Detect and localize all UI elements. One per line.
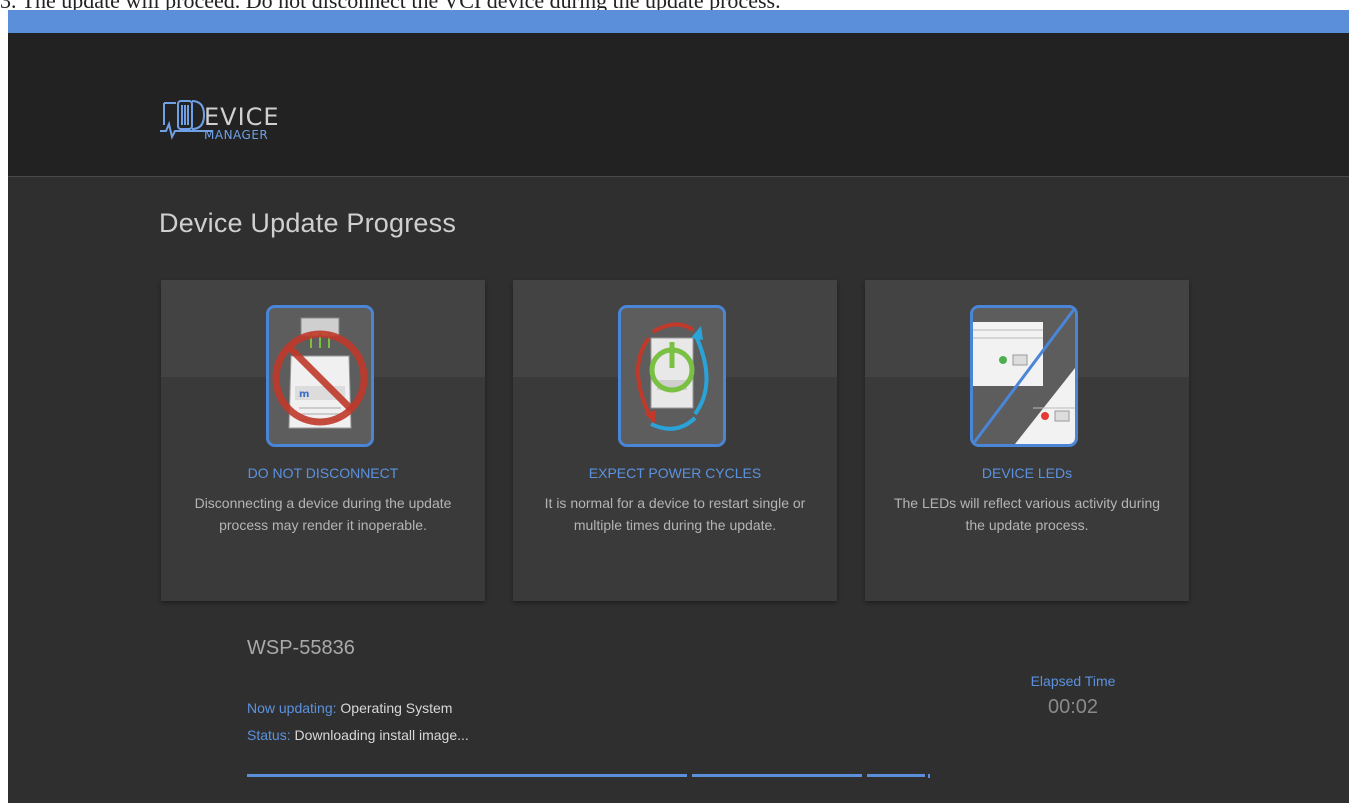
progress-segment — [692, 774, 862, 777]
card-do-not-disconnect: m DO NOT DISCONNECT Disconnecting a devi… — [161, 280, 485, 601]
svg-text:MANAGER: MANAGER — [204, 128, 268, 141]
app-window: EVICE MANAGER Device Update Progress m D… — [8, 10, 1349, 803]
progress-segment — [247, 774, 687, 777]
now-updating-value: Operating System — [340, 700, 453, 716]
progress-segment — [867, 774, 925, 777]
device-name: WSP-55836 — [247, 637, 355, 659]
elapsed-time-value: 00:02 — [1047, 696, 1099, 718]
now-updating-label: Now updating: — [247, 700, 337, 716]
card-device-leds: DEVICE LEDs The LEDs will reflect variou… — [865, 280, 1189, 601]
card-title: DO NOT DISCONNECT — [247, 465, 399, 481]
now-updating-line: Now updating: Operating System — [247, 700, 452, 716]
power-cycle-icon — [618, 305, 726, 447]
no-disconnect-icon: m — [266, 305, 374, 447]
status-line: Status: Downloading install image... — [247, 727, 469, 743]
caption-text: 3. The update will proceed. Do not disco… — [0, 0, 1349, 10]
top-accent-bar — [8, 10, 1349, 33]
progress-cursor — [928, 774, 930, 778]
card-title: EXPECT POWER CYCLES — [588, 465, 762, 481]
header: EVICE MANAGER — [8, 33, 1349, 177]
status-label: Status: — [247, 727, 291, 743]
update-progress-bar — [247, 774, 930, 778]
device-manager-logo: EVICE MANAGER — [160, 100, 280, 141]
svg-text:m: m — [299, 389, 309, 400]
card-expect-power-cycles: EXPECT POWER CYCLES It is normal for a d… — [513, 280, 837, 601]
device-leds-icon — [970, 305, 1078, 447]
card-description: Disconnecting a device during the update… — [194, 495, 452, 533]
card-description: The LEDs will reflect various activity d… — [893, 495, 1161, 533]
page-title: Device Update Progress — [159, 208, 457, 238]
status-value: Downloading install image... — [294, 727, 469, 743]
elapsed-time-label: Elapsed Time — [1030, 673, 1116, 689]
svg-text:EVICE: EVICE — [204, 103, 280, 131]
card-description: It is normal for a device to restart sin… — [544, 495, 806, 533]
card-title: DEVICE LEDs — [981, 465, 1073, 481]
